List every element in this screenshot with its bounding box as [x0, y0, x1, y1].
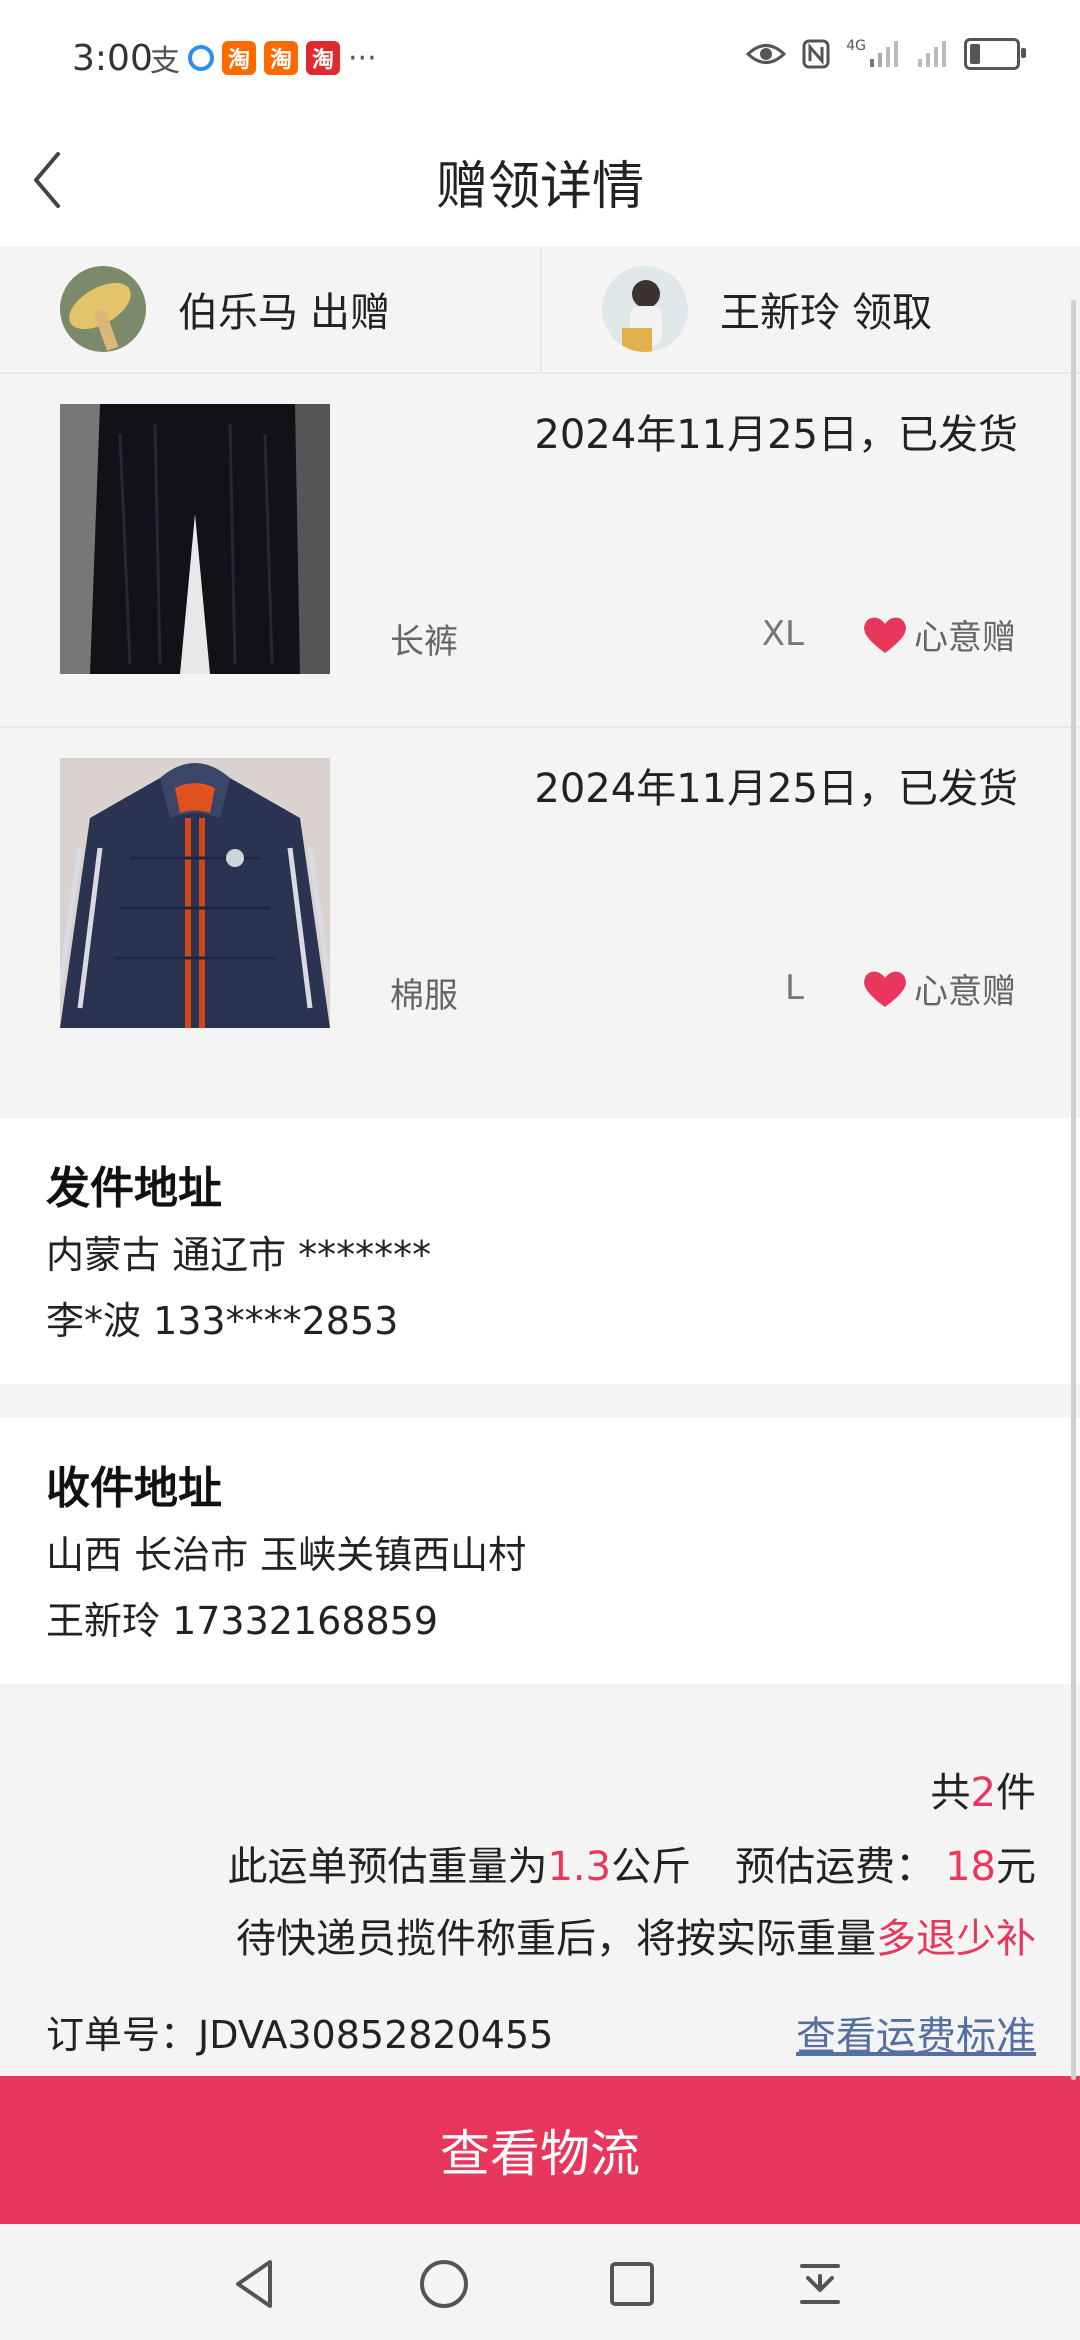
heart-icon [864, 971, 906, 1007]
view-logistics-button[interactable]: 查看物流 [0, 2076, 1080, 2224]
item-size: L [785, 968, 804, 1008]
item-count-suffix: 件 [996, 1770, 1036, 1816]
gift-tag: 心意赠 [862, 610, 1016, 659]
alipay-icon: 支 [150, 44, 180, 79]
system-nav-bar [0, 2224, 1080, 2340]
item-card[interactable]: 2024年11月25日，已发货 棉服 L 心意赠 [0, 728, 1080, 1082]
status-bar: 3:00 支 淘 淘 淘 ··· 4G [0, 0, 1080, 120]
giver-name: 伯乐马 [178, 290, 298, 336]
item-size: XL [761, 614, 804, 654]
signal-icon [870, 41, 898, 67]
giver-role: 出赠 [310, 290, 390, 336]
nav-recents-button[interactable] [602, 2254, 662, 2314]
receiver-contact: 王新玲 17332168859 [46, 1599, 439, 1643]
fee-prefix: 预估运费： [735, 1844, 936, 1890]
header-bar: 赠领详情 [0, 120, 1080, 246]
item-image [60, 758, 330, 1028]
receiver-avatar [602, 266, 688, 352]
pull-down-icon [800, 2264, 840, 2304]
gift-tag-label: 心意赠 [914, 972, 1016, 1012]
system-icons: 4G [746, 38, 1026, 70]
scrollbar[interactable] [1071, 300, 1076, 2080]
receiver-address-region: 山西 长治市 玉峡关镇西山村 [46, 1533, 527, 1577]
sender-address-heading: 发件地址 [46, 1163, 222, 1214]
taobao-icon: 淘 [222, 41, 256, 75]
fee-standard-link[interactable]: 查看运费标准 [796, 2004, 1036, 2062]
giver-avatar [60, 266, 146, 352]
order-number: 订单号：JDVA30852820455 [46, 2004, 553, 2059]
browser-icon [188, 45, 214, 71]
receiver-address-card: 收件地址 山西 长治市 玉峡关镇西山村 王新玲 17332168859 [0, 1418, 1080, 1684]
receiver-info[interactable]: 王新玲 领取 [602, 246, 932, 372]
item-image [60, 404, 330, 674]
battery-icon [964, 38, 1026, 70]
item-count-prefix: 共 [930, 1770, 971, 1816]
heart-icon [864, 617, 906, 653]
weight-note-text: 待快递员揽件称重后，将按实际重量 [236, 1916, 876, 1962]
nav-notification-button[interactable] [790, 2254, 850, 2314]
nav-back-button[interactable] [226, 2254, 286, 2314]
weight-unit: 公斤 [611, 1844, 692, 1890]
receiver-role: 领取 [852, 290, 932, 336]
order-number-label: 订单号： [46, 2013, 199, 2057]
taobao-icon: 淘 [264, 41, 298, 75]
square-recents-icon [610, 2262, 654, 2306]
sender-address-region: 内蒙古 通辽市 ******* [46, 1233, 432, 1277]
item-name: 长裤 [390, 622, 458, 662]
receiver-address-heading: 收件地址 [46, 1463, 222, 1514]
sender-contact: 李*波 133****2853 [46, 1299, 399, 1343]
item-date-status: 2024年11月25日，已发货 [534, 412, 1018, 458]
fee-unit: 元 [996, 1844, 1036, 1890]
gift-tag-label: 心意赠 [914, 618, 1016, 658]
item-name: 棉服 [390, 976, 458, 1016]
weight-prefix: 此运单预估重量为 [227, 1844, 548, 1890]
page-title: 赠领详情 [435, 157, 644, 217]
parties-row: 伯乐马 出赠 王新玲 领取 [0, 246, 1080, 374]
signal-icon [918, 41, 946, 67]
item-count-value: 2 [970, 1770, 996, 1816]
parties-divider [540, 246, 542, 372]
giver-info[interactable]: 伯乐马 出赠 [60, 246, 390, 372]
sender-address-card: 发件地址 内蒙古 通辽市 ******* 李*波 133****2853 [0, 1118, 1080, 1384]
taobao-icon: 淘 [306, 41, 340, 75]
receiver-name: 王新玲 [720, 290, 840, 336]
eye-icon [746, 44, 787, 64]
item-card[interactable]: 2024年11月25日，已发货 长裤 XL 心意赠 [0, 374, 1080, 728]
weight-note-highlight: 多退少补 [876, 1916, 1036, 1962]
gift-tag: 心意赠 [862, 964, 1016, 1013]
item-count: 共2件 [931, 1760, 1036, 1818]
more-icon: ··· [348, 40, 377, 76]
fee-value: 18 [945, 1844, 996, 1890]
network-type: 4G [846, 38, 866, 54]
item-date-status: 2024年11月25日，已发货 [534, 766, 1018, 812]
triangle-back-icon [236, 2260, 272, 2308]
weight-value: 1.3 [547, 1844, 612, 1890]
nfc-icon [802, 39, 830, 69]
notification-icons: 支 淘 淘 淘 ··· [150, 36, 377, 80]
order-number-value: JDVA30852820455 [198, 2013, 554, 2057]
weight-note: 待快递员揽件称重后，将按实际重量多退少补 [236, 1906, 1036, 1964]
status-time: 3:00 [72, 38, 153, 79]
circle-home-icon [420, 2260, 468, 2308]
weight-fee-line: 此运单预估重量为1.3公斤 预估运费： 18元 [227, 1834, 1036, 1892]
nav-home-button[interactable] [414, 2254, 474, 2314]
